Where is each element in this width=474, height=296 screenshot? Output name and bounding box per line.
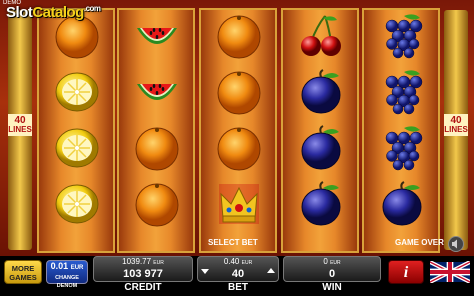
lines-number-right: 40 bbox=[450, 115, 462, 126]
reel-1 bbox=[37, 8, 115, 253]
watermelon-icon bbox=[137, 28, 177, 44]
orange-icon bbox=[217, 127, 261, 171]
denom-value: 0.01 bbox=[50, 261, 69, 271]
credit-label: CREDIT bbox=[124, 282, 162, 293]
plum-icon bbox=[301, 125, 341, 170]
more-games-line1: MORE bbox=[11, 264, 35, 273]
bet-label: BET bbox=[228, 282, 248, 293]
lines-label-left: LINES bbox=[8, 125, 32, 134]
credit-display: 1039.77 EUR 103 977 bbox=[93, 256, 193, 282]
orange-icon bbox=[135, 183, 179, 227]
lemon-icon bbox=[55, 184, 99, 224]
win-label: WIN bbox=[322, 282, 342, 293]
lemon-icon bbox=[55, 72, 99, 112]
game-over-status: GAME OVER bbox=[395, 238, 444, 247]
logo: SlotCatalog.com bbox=[6, 4, 101, 21]
lines-label-right: LINES bbox=[444, 125, 468, 134]
plum-icon bbox=[382, 181, 422, 226]
change-denom-label: CHANGE DENOM bbox=[55, 275, 79, 289]
plum-icon bbox=[301, 69, 341, 114]
cherry-icon bbox=[301, 15, 341, 56]
select-bet-label: SELECT BET bbox=[208, 238, 258, 247]
lines-indicator-left: 40 LINES bbox=[8, 10, 32, 250]
more-games-button[interactable]: MORE GAMES bbox=[4, 260, 42, 284]
watermelon-icon bbox=[137, 84, 177, 100]
bet-decrease-icon[interactable] bbox=[200, 266, 210, 276]
grapes-icon bbox=[385, 14, 423, 59]
win-eur-unit: EUR bbox=[330, 260, 341, 266]
speaker-icon[interactable] bbox=[448, 236, 464, 252]
reel-2 bbox=[117, 8, 195, 253]
more-games-line2: GAMES bbox=[9, 273, 37, 282]
reel-3 bbox=[199, 8, 277, 253]
demo-label: DEMO bbox=[3, 0, 21, 6]
grapes-icon bbox=[385, 70, 423, 115]
logo-suffix: .com bbox=[83, 4, 101, 13]
info-button[interactable]: i bbox=[388, 260, 424, 284]
lines-indicator-right: 40 LINES bbox=[444, 10, 468, 250]
reel-5 bbox=[362, 8, 440, 253]
logo-part2: Catalog bbox=[32, 4, 84, 21]
lemon-icon bbox=[55, 128, 99, 168]
reel-4 bbox=[281, 8, 359, 253]
win-eur: 0 bbox=[323, 257, 328, 266]
bet-eur-unit: EUR bbox=[241, 260, 253, 266]
credit-eur-unit: EUR bbox=[153, 260, 164, 266]
orange-icon bbox=[217, 71, 261, 115]
bet-increase-icon[interactable] bbox=[266, 266, 276, 276]
crown-icon bbox=[219, 184, 259, 224]
win-value: 0 bbox=[328, 268, 336, 280]
orange-icon bbox=[135, 127, 179, 171]
grapes-icon bbox=[385, 126, 423, 171]
denom-currency: EUR bbox=[70, 265, 84, 271]
lines-number-left: 40 bbox=[14, 115, 26, 126]
uk-flag-icon[interactable] bbox=[430, 261, 470, 283]
credit-value: 103 977 bbox=[123, 268, 163, 280]
plum-icon bbox=[301, 181, 341, 226]
orange-icon bbox=[217, 15, 261, 59]
bet-eur: 0.40 bbox=[223, 257, 240, 266]
change-denom-button[interactable]: 0.01 EUR CHANGE DENOM bbox=[46, 260, 88, 289]
logo-part1: Slot bbox=[6, 4, 33, 21]
credit-eur: 1039.77 bbox=[122, 257, 152, 266]
win-display: 0 EUR 0 bbox=[283, 256, 381, 282]
